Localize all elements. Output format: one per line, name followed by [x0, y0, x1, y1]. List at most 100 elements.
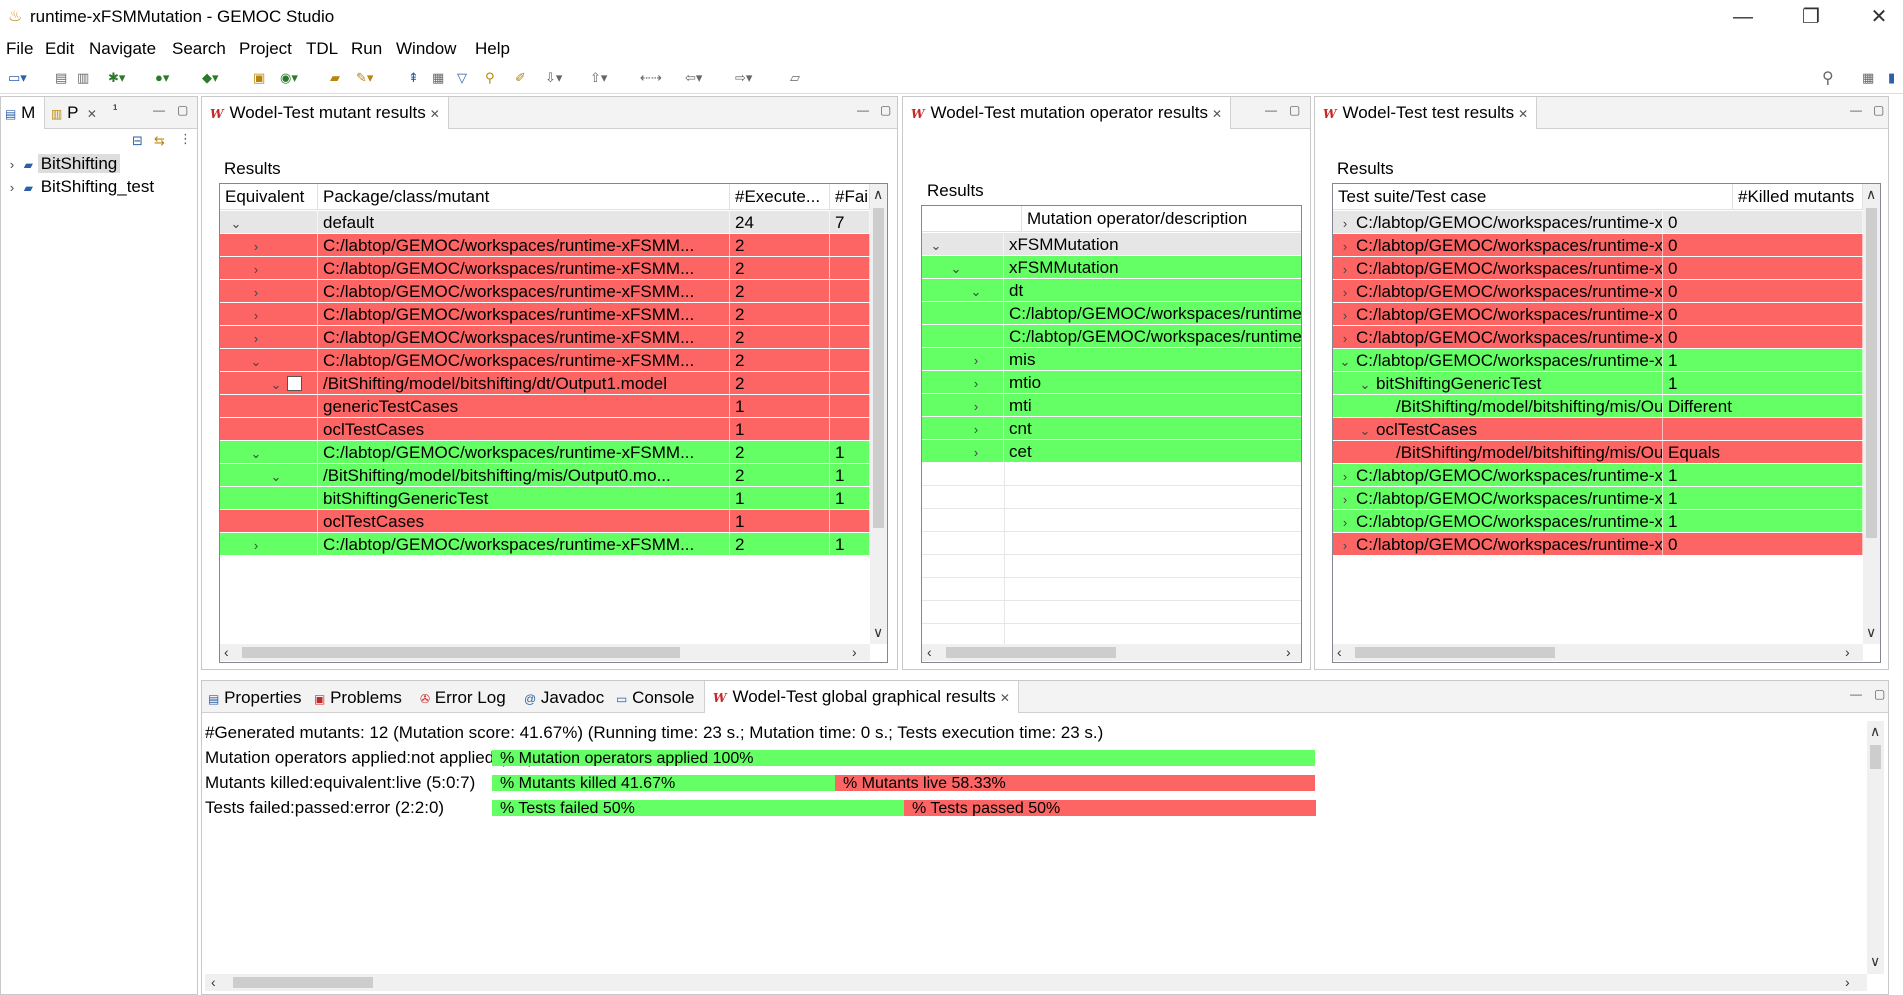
chevron-right-icon[interactable]: ›	[249, 331, 263, 346]
tab-global-graphical-results[interactable]: W Wodel-Test global graphical results ✕	[704, 681, 1019, 713]
menu-help[interactable]: Help	[475, 39, 510, 59]
table-row[interactable]: › C:/labtop/GEMOC/workspaces/runtime-xFSM…	[220, 303, 870, 326]
minimize-icon[interactable]: —	[1850, 103, 1862, 117]
table-row[interactable]: bitShiftingGenericTest 1 1	[220, 487, 870, 510]
table-row[interactable]: ⌄ default 24 7	[220, 211, 870, 234]
close-icon[interactable]: ✕	[1000, 691, 1010, 705]
pin-editor-icon[interactable]: ▱	[790, 70, 800, 86]
menu-edit[interactable]: Edit	[45, 39, 74, 59]
chevron-down-icon[interactable]: ⌄	[929, 238, 943, 254]
scroll-right-icon[interactable]: ›	[1286, 644, 1291, 660]
table-row[interactable]: › C:/labtop/GEMOC/workspaces/runtime-xFSM…	[220, 280, 870, 303]
search-icon-toolbar[interactable]: ⚲	[485, 70, 495, 86]
table-row[interactable]: › C:/labtop/GEMOC/workspaces/runtime-xFSM…	[1333, 326, 1863, 349]
equivalent-checkbox[interactable]	[287, 376, 302, 391]
chevron-down-icon[interactable]: ⌄	[249, 446, 263, 462]
table-row[interactable]: › C:/labtop/GEMOC/workspaces/runtime-xFSM…	[1333, 211, 1863, 234]
menu-tdl[interactable]: TDL	[306, 39, 338, 59]
table-row[interactable]: › C:/labtop/GEMOC/workspaces/runtime-xFSM…	[220, 234, 870, 257]
tree-item-bitshifting-test[interactable]: › ▰ BitShifting_test	[5, 177, 157, 201]
table-row[interactable]: › cnt	[922, 417, 1301, 440]
table-row[interactable]: ⌄ C:/labtop/GEMOC/workspaces/runtime-xFSM…	[220, 441, 870, 464]
scroll-thumb[interactable]	[233, 977, 373, 988]
chevron-right-icon[interactable]: ›	[1338, 492, 1352, 507]
table-row[interactable]: › C:/labtop/GEMOC/workspaces/runtime-xFSM…	[1333, 487, 1863, 510]
operator-tree[interactable]: Mutation operator/description ⌄ xFSMMutat…	[921, 205, 1302, 663]
tab-error-log[interactable]: ✇ Error Log	[420, 688, 506, 708]
table-row[interactable]: › C:/labtop/GEMOC/workspaces/runtime-xFSM…	[1333, 510, 1863, 533]
table-row[interactable]: ⌄ /BitShifting/model/bitshifting/dt/Outpu…	[220, 372, 870, 395]
close-icon[interactable]: ✕	[430, 107, 440, 121]
table-row[interactable]: C:/labtop/GEMOC/workspaces/runtime-xFSMM…	[922, 325, 1301, 348]
table-row[interactable]: › cet	[922, 440, 1301, 463]
col-equivalent[interactable]: Equivalent	[220, 184, 318, 210]
table-row[interactable]: › C:/labtop/GEMOC/workspaces/runtime-xFSM…	[1333, 464, 1863, 487]
chevron-right-icon[interactable]: ›	[1338, 216, 1352, 231]
prev-annotation-icon[interactable]: ⇧▾	[590, 70, 607, 86]
forward-icon[interactable]: ⇨▾	[735, 70, 752, 86]
mutant-tree[interactable]: Equivalent Package/class/mutant #Execute…	[219, 183, 888, 663]
scroll-thumb[interactable]	[873, 208, 884, 528]
scroll-down-icon[interactable]: ∨	[873, 624, 883, 641]
view-menu-icon[interactable]: ⋮	[179, 131, 192, 147]
maximize-icon[interactable]: ▢	[1873, 103, 1884, 117]
table-row[interactable]: oclTestCases 1	[220, 510, 870, 533]
table-row[interactable]: ⌄ /BitShifting/model/bitshifting/mis/Outp…	[220, 464, 870, 487]
chevron-down-icon[interactable]: ⌄	[969, 284, 983, 300]
new-icon[interactable]: ▭▾	[8, 70, 27, 86]
chevron-right-icon[interactable]: ›	[1338, 515, 1352, 530]
col-test-suite[interactable]: Test suite/Test case	[1333, 184, 1733, 210]
external-tools-icon[interactable]: ◆▾	[202, 70, 219, 86]
table-row[interactable]: /BitShifting/model/bitshifting/mis/Outpu…	[1333, 395, 1863, 418]
menu-file[interactable]: File	[6, 39, 33, 59]
table-row[interactable]: › C:/labtop/GEMOC/workspaces/runtime-xFSM…	[220, 326, 870, 349]
filter-icon[interactable]: ▽	[457, 70, 467, 86]
chevron-right-icon[interactable]: ›	[1338, 469, 1352, 484]
horizontal-scrollbar[interactable]: ‹ ›	[922, 644, 1301, 661]
scroll-thumb[interactable]	[1866, 208, 1877, 538]
new-project-icon[interactable]: ▣	[253, 70, 265, 86]
chevron-right-icon[interactable]: ›	[969, 399, 983, 414]
chevron-down-icon[interactable]: ⌄	[229, 216, 243, 232]
chevron-down-icon[interactable]: ⌄	[949, 261, 963, 277]
table-row[interactable]: › C:/labtop/GEMOC/workspaces/runtime-xFSM…	[1333, 303, 1863, 326]
scroll-thumb[interactable]	[242, 647, 680, 658]
menu-search[interactable]: Search	[172, 39, 226, 59]
tab-properties[interactable]: ▤ Properties	[208, 688, 302, 708]
col-executed[interactable]: #Execute...	[730, 184, 830, 210]
minimize-icon[interactable]: —	[857, 103, 869, 117]
minimize-icon[interactable]: —	[1850, 687, 1862, 701]
horizontal-scrollbar[interactable]: ‹ ›	[205, 974, 1867, 991]
perspective-icon[interactable]: ▮	[1888, 70, 1895, 86]
menu-project[interactable]: Project	[239, 39, 292, 59]
chevron-right-icon[interactable]: ›	[969, 376, 983, 391]
test-tree[interactable]: Test suite/Test case #Killed mutants › C:…	[1332, 183, 1881, 663]
table-row[interactable]: ⌄ xFSMMutation	[922, 256, 1301, 279]
vertical-scrollbar[interactable]: ∧ ∨	[1863, 184, 1880, 644]
tab-project[interactable]: ▥ P ✕	[51, 103, 97, 123]
chevron-right-icon[interactable]: ›	[1338, 308, 1352, 323]
table-row[interactable]: › C:/labtop/GEMOC/workspaces/runtime-xFSM…	[220, 533, 870, 556]
scroll-right-icon[interactable]: ›	[1845, 974, 1850, 990]
pen-icon[interactable]: ✎▾	[356, 70, 373, 86]
scroll-up-icon[interactable]: ∧	[873, 186, 883, 203]
chevron-down-icon[interactable]: ⌄	[1338, 354, 1352, 370]
chevron-right-icon[interactable]: ›	[969, 353, 983, 368]
minimize-icon[interactable]: —	[1265, 103, 1277, 117]
chevron-right-icon[interactable]: ›	[1338, 239, 1352, 254]
scroll-left-icon[interactable]: ‹	[211, 974, 216, 990]
col-killed-mutants[interactable]: #Killed mutants	[1733, 184, 1863, 210]
tab-javadoc[interactable]: @ Javadoc	[524, 688, 604, 708]
save-icon[interactable]: ▤	[55, 70, 67, 86]
close-button[interactable]: ✕	[1856, 3, 1902, 31]
menu-window[interactable]: Window	[396, 39, 456, 59]
run-icon[interactable]: ●▾	[155, 70, 169, 86]
chevron-right-icon[interactable]: ›	[1338, 538, 1352, 553]
table-row[interactable]: › C:/labtop/GEMOC/workspaces/runtime-xFSM…	[1333, 257, 1863, 280]
table-row[interactable]: ⌄ xFSMMutation	[922, 233, 1301, 256]
table-row[interactable]: genericTestCases 1	[220, 395, 870, 418]
col-operator[interactable]: Mutation operator/description	[1022, 206, 1301, 232]
table-row[interactable]: ⌄ dt	[922, 279, 1301, 302]
col-mutant[interactable]: Package/class/mutant	[318, 184, 730, 210]
last-edit-icon[interactable]: ⇠⇢	[640, 70, 662, 86]
